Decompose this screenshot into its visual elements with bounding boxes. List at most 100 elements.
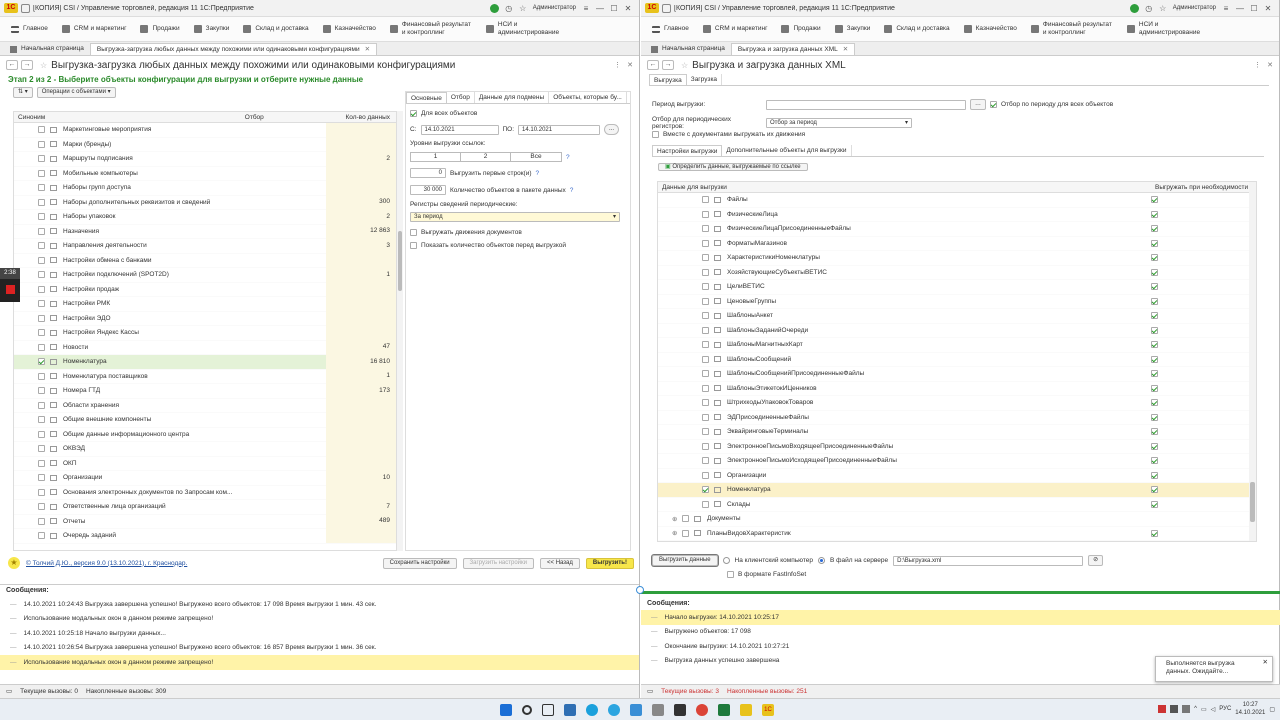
list-item[interactable]: Очередь заданий [14,528,396,544]
volume-icon[interactable]: ◁ [1211,706,1216,713]
section-purchases[interactable]: Закупки [189,25,235,33]
mail-icon[interactable] [630,703,642,716]
tray-app-icon[interactable] [1158,705,1167,713]
section-finance[interactable]: Финансовый результат и контроллинг [1026,21,1118,37]
period-field[interactable] [766,99,966,110]
row-checkbox[interactable] [702,457,709,465]
period-for-all-checkbox[interactable] [990,101,997,108]
row-checkbox[interactable] [38,430,45,438]
splitter-handle-icon[interactable] [636,586,644,594]
star-icon[interactable]: ☆ [1156,4,1170,13]
section-finance[interactable]: Финансовый результат и контроллинг [385,21,477,37]
col-synonym[interactable]: Синоним [14,112,241,122]
more-icon[interactable]: ⋮ [614,61,621,69]
help-icon[interactable]: ? [566,154,570,161]
row-checkbox[interactable] [702,384,709,392]
tab-xml[interactable]: Выгрузка и загрузка данных XML ✕ [730,43,856,56]
if-needed-checkbox[interactable] [1151,370,1158,377]
list-item[interactable]: Направления деятельности 3 [14,238,396,254]
tree-scrollbar[interactable] [1249,182,1256,541]
tree-row[interactable]: ЭлектронноеПисьмоВходящееПрисоединенныеФ… [658,440,1256,454]
minimize-icon[interactable]: — [593,4,607,13]
if-needed-checkbox[interactable] [1151,355,1158,363]
row-checkbox[interactable] [702,239,709,247]
section-main[interactable]: Главное [6,25,53,33]
list-item[interactable]: Маршруты подписания 2 [14,151,396,167]
row-checkbox[interactable] [702,225,709,233]
for-all-checkbox[interactable] [410,110,417,117]
telegram-icon[interactable] [608,703,620,716]
if-needed-checkbox[interactable] [1151,413,1158,421]
section-nsi[interactable]: НСИ и администрирование [1122,21,1214,37]
tab-export-settings[interactable]: Настройки выгрузки [652,145,723,156]
tree-row[interactable]: ЦеновыеГруппы [658,295,1256,309]
tree-row[interactable]: ШаблоныЗаданийОчереди [658,324,1256,338]
favorite-star-icon[interactable]: ☆ [681,61,688,70]
list-item[interactable]: Настройки Яндекс Кассы [14,325,396,341]
period-select-button[interactable]: … [970,99,986,110]
list-item[interactable]: ОКП [14,456,396,471]
if-needed-checkbox[interactable] [1151,442,1158,450]
row-checkbox[interactable] [38,503,45,511]
row-checkbox[interactable] [702,471,709,479]
menu-icon[interactable] [21,3,30,13]
if-needed-checkbox[interactable] [1151,529,1158,537]
row-checkbox[interactable] [702,196,709,204]
scroll-thumb[interactable] [1250,482,1255,522]
section-sales[interactable]: Продажи [135,25,184,33]
section-main[interactable]: Главное [647,25,694,33]
first-rows-field[interactable]: 0 [410,168,446,178]
row-checkbox[interactable] [38,256,45,264]
list-item[interactable]: Настройки подключений (SPOT2D) 1 [14,267,396,283]
row-checkbox[interactable] [38,300,45,308]
tree-row[interactable]: ЭквайринговыеТерминалы [658,425,1256,440]
row-checkbox[interactable] [682,529,689,537]
tab-import[interactable]: Загрузка [687,74,723,85]
tab-objects[interactable]: Объекты, которые бу... [549,92,627,103]
server-path-field[interactable]: D:\Выгрузка.xml [893,555,1084,566]
row-checkbox[interactable] [38,213,45,221]
tree-row[interactable]: ЦелиВЕТИС [658,280,1256,295]
list-item[interactable]: Настройки продаж [14,282,396,297]
tools-icon[interactable] [652,703,664,716]
list-item[interactable]: Назначения 12 863 [14,224,396,239]
section-crm[interactable]: CRM и маркетинг [57,25,132,33]
tree-row[interactable]: ШтрихкодыУпаковокТоваров [658,396,1256,411]
close-tab-icon[interactable]: ✕ [843,44,848,56]
list-item[interactable]: Области хранения [14,398,396,413]
if-needed-checkbox[interactable] [1151,297,1158,305]
row-checkbox[interactable] [702,428,709,436]
row-checkbox[interactable] [702,341,709,349]
close-icon[interactable]: ✕ [1261,4,1275,13]
period-select-button[interactable]: ... [604,124,620,135]
more-icon[interactable]: ⋮ [1254,61,1261,69]
row-checkbox[interactable] [38,532,45,540]
terminal-icon[interactable] [674,703,686,716]
if-needed-checkbox[interactable] [1151,341,1158,348]
star-icon[interactable]: ★ [8,557,20,569]
history-icon[interactable]: ◷ [1142,4,1156,13]
row-checkbox[interactable] [702,399,709,407]
tree-row[interactable]: ШаблоныЭтикетокИЦенников [658,382,1256,396]
with-docs-checkbox[interactable] [652,131,659,138]
tree-row[interactable]: Склады [658,498,1256,512]
excel-icon[interactable] [718,703,730,716]
row-checkbox[interactable] [702,500,709,508]
tree-row[interactable]: ФизическиеЛицаПрисоединенныеФайлы [658,222,1256,237]
if-needed-checkbox[interactable] [1151,268,1158,276]
user-name[interactable]: Администратор [1173,5,1216,11]
tree-row[interactable]: Организации [658,469,1256,483]
if-needed-checkbox[interactable] [1151,457,1158,464]
close-form-icon[interactable]: ✕ [1267,61,1273,69]
row-checkbox[interactable] [702,312,709,320]
if-needed-checkbox[interactable] [1151,384,1158,392]
list-item[interactable]: Номенклатура 16 810 [14,354,396,370]
list-item[interactable]: Мобильные компьютеры [14,166,396,181]
list-item[interactable]: Новости 47 [14,340,396,355]
if-needed-checkbox[interactable] [1151,399,1158,406]
row-checkbox[interactable] [38,184,45,192]
row-checkbox[interactable] [702,326,709,334]
row-checkbox[interactable] [702,210,709,218]
col-count[interactable]: Кол-во данных [324,112,396,122]
close-icon[interactable]: ✕ [621,4,635,13]
